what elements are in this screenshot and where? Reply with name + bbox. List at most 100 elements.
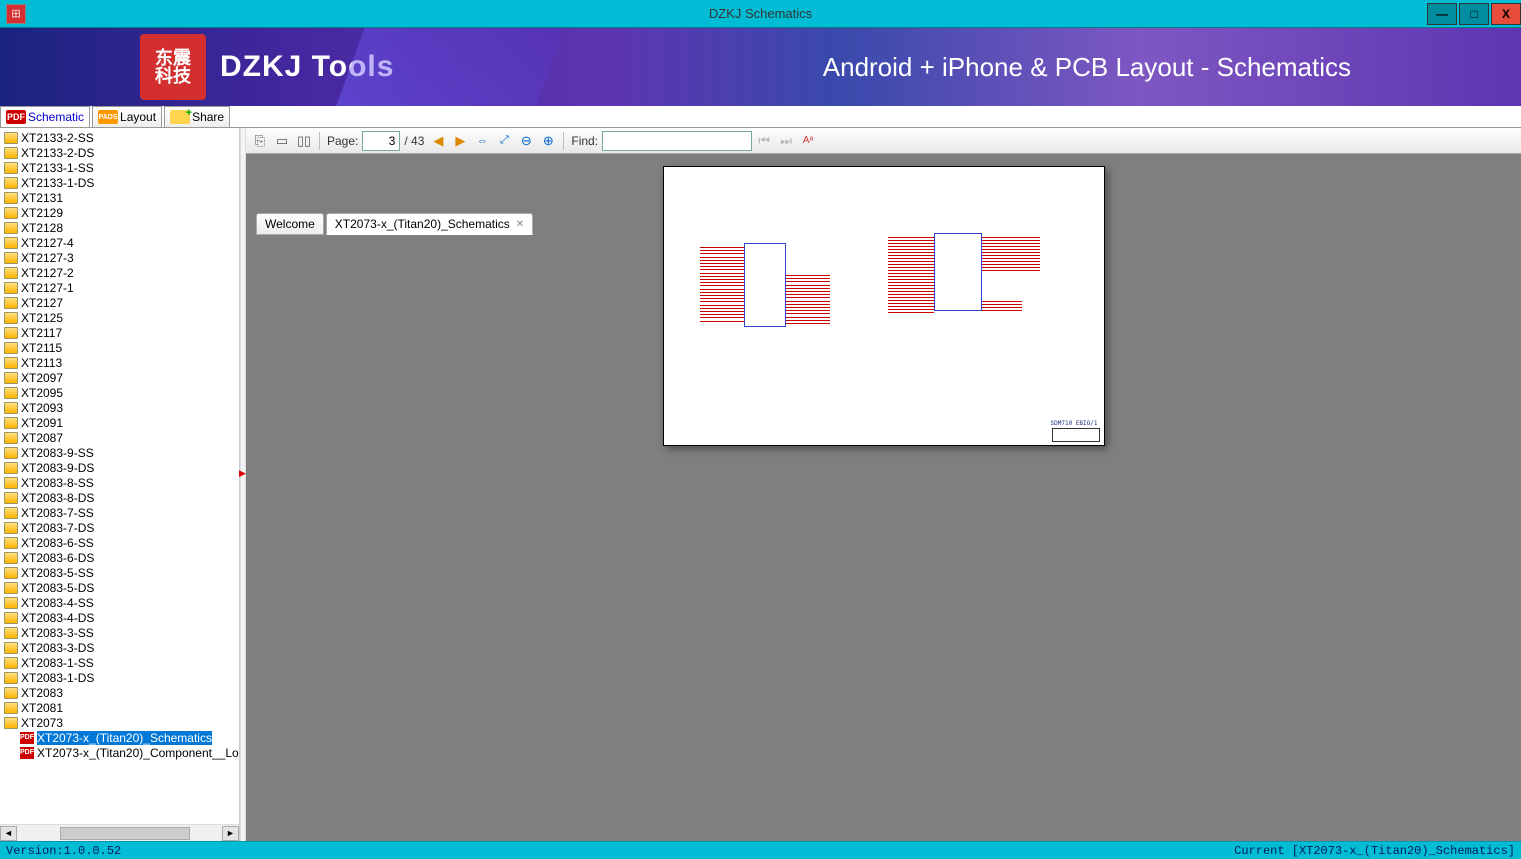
tree-folder[interactable]: XT2127-2 — [0, 265, 239, 280]
app-icon: 田 — [6, 4, 26, 24]
folder-icon — [4, 627, 18, 639]
folder-icon — [4, 177, 18, 189]
folder-icon — [4, 237, 18, 249]
page-total: / 43 — [404, 134, 424, 148]
tree-folder[interactable]: XT2083-6-SS — [0, 535, 239, 550]
tree-file[interactable]: PDFXT2073-x_(Titan20)_Component__Loc — [0, 745, 239, 760]
tree-folder[interactable]: XT2097 — [0, 370, 239, 385]
tree-item-label: XT2093 — [21, 401, 63, 415]
window-title: DZKJ Schematics — [709, 6, 812, 21]
tree-folder[interactable]: XT2133-1-DS — [0, 175, 239, 190]
sidebar-tab-layout[interactable]: PADSLayout — [92, 106, 162, 127]
main-area: XT2133-2-SSXT2133-2-DSXT2133-1-SSXT2133-… — [0, 128, 1521, 841]
tree-folder[interactable]: XT2083-7-DS — [0, 520, 239, 535]
tree-folder[interactable]: XT2127-3 — [0, 250, 239, 265]
scroll-left-arrow-icon[interactable]: ◄ — [0, 826, 17, 841]
tree-item-label: XT2083-1-DS — [21, 671, 94, 685]
tree-folder[interactable]: XT2127-1 — [0, 280, 239, 295]
minimize-button[interactable]: — — [1427, 3, 1457, 25]
folder-icon — [4, 387, 18, 399]
prev-page-button[interactable]: ◀ — [428, 131, 448, 151]
next-page-button[interactable]: ▶ — [450, 131, 470, 151]
folder-icon — [4, 657, 18, 669]
close-tab-icon[interactable]: ✕ — [516, 219, 524, 230]
tree-item-label: XT2129 — [21, 206, 63, 220]
tree-folder[interactable]: XT2133-1-SS — [0, 160, 239, 175]
tree-horizontal-scrollbar[interactable]: ◄ ► — [0, 824, 239, 841]
tree-folder[interactable]: XT2083-9-DS — [0, 460, 239, 475]
tree-folder[interactable]: XT2115 — [0, 340, 239, 355]
match-case-icon[interactable]: Aᵃ — [798, 131, 818, 151]
tree-folder[interactable]: XT2113 — [0, 355, 239, 370]
splitter[interactable] — [240, 128, 246, 841]
find-prev-button[interactable]: ⏮ — [754, 131, 774, 151]
tree-item-label: XT2073-x_(Titan20)_Component__Loc — [37, 746, 239, 760]
tree-folder[interactable]: XT2127-4 — [0, 235, 239, 250]
tree-item-label: XT2081 — [21, 701, 63, 715]
folder-icon — [4, 252, 18, 264]
doc-tab[interactable]: XT2073-x_(Titan20)_Schematics✕ — [326, 213, 533, 235]
tree-folder[interactable]: XT2129 — [0, 205, 239, 220]
folder-icon — [4, 612, 18, 624]
tree-folder[interactable]: XT2083-7-SS — [0, 505, 239, 520]
tree-folder[interactable]: XT2083-4-DS — [0, 610, 239, 625]
tree-folder[interactable]: XT2083-8-DS — [0, 490, 239, 505]
status-bar: Version:1.0.0.52 Current [XT2073-x_(Tita… — [0, 841, 1521, 859]
tree-folder[interactable]: XT2083-1-SS — [0, 655, 239, 670]
pdf-canvas[interactable]: SDM710 EBIO/1 — [246, 154, 1521, 841]
tree-folder[interactable]: XT2125 — [0, 310, 239, 325]
folder-icon — [4, 552, 18, 564]
tree-item-label: XT2083-8-DS — [21, 491, 94, 505]
tree-folder[interactable]: XT2083-6-DS — [0, 550, 239, 565]
tree-folder[interactable]: XT2083-4-SS — [0, 595, 239, 610]
tree-folder[interactable]: XT2083-5-SS — [0, 565, 239, 580]
copy-button[interactable]: ⎘ — [250, 131, 270, 151]
scroll-thumb[interactable] — [60, 827, 190, 840]
tree-folder[interactable]: XT2117 — [0, 325, 239, 340]
tree-folder[interactable]: XT2133-2-SS — [0, 130, 239, 145]
schematic-ic-1 — [744, 243, 786, 327]
tree-folder[interactable]: XT2093 — [0, 400, 239, 415]
tree-folder[interactable]: XT2091 — [0, 415, 239, 430]
tree-folder[interactable]: XT2083-8-SS — [0, 475, 239, 490]
close-button[interactable]: X — [1491, 3, 1521, 25]
sidebar-tab-share[interactable]: Share — [164, 106, 230, 127]
tree-item-label: XT2083 — [21, 686, 63, 700]
doc-tab[interactable]: Welcome — [256, 213, 324, 235]
file-tree[interactable]: XT2133-2-SSXT2133-2-DSXT2133-1-SSXT2133-… — [0, 128, 239, 824]
single-page-icon[interactable]: ▭ — [272, 131, 292, 151]
folder-icon — [4, 642, 18, 654]
scroll-right-arrow-icon[interactable]: ► — [222, 826, 239, 841]
fit-page-icon[interactable]: ⤢ — [494, 131, 514, 151]
page-input[interactable] — [362, 131, 400, 151]
tree-folder[interactable]: XT2083-5-DS — [0, 580, 239, 595]
sidebar-tab-schematic[interactable]: PDFSchematic — [0, 106, 90, 127]
tree-folder[interactable]: XT2083 — [0, 685, 239, 700]
tree-folder[interactable]: XT2083-3-DS — [0, 640, 239, 655]
tree-folder[interactable]: XT2073 — [0, 715, 239, 730]
find-next-button[interactable]: ⏭ — [776, 131, 796, 151]
tree-folder[interactable]: XT2081 — [0, 700, 239, 715]
tree-folder[interactable]: XT2083-9-SS — [0, 445, 239, 460]
double-page-icon[interactable]: ▯▯ — [294, 131, 314, 151]
zoom-in-button[interactable]: ⊕ — [538, 131, 558, 151]
tree-folder[interactable]: XT2128 — [0, 220, 239, 235]
maximize-button[interactable]: □ — [1459, 3, 1489, 25]
tree-item-label: XT2083-5-SS — [21, 566, 94, 580]
tree-folder[interactable]: XT2095 — [0, 385, 239, 400]
fit-width-icon[interactable]: ⇔ — [472, 131, 492, 151]
folder-icon — [4, 447, 18, 459]
tree-folder[interactable]: XT2133-2-DS — [0, 145, 239, 160]
tree-item-label: XT2083-4-DS — [21, 611, 94, 625]
folder-icon — [4, 702, 18, 714]
tree-folder[interactable]: XT2131 — [0, 190, 239, 205]
tree-item-label: XT2097 — [21, 371, 63, 385]
tree-folder[interactable]: XT2083-3-SS — [0, 625, 239, 640]
folder-icon — [4, 282, 18, 294]
tree-folder[interactable]: XT2087 — [0, 430, 239, 445]
tree-folder[interactable]: XT2127 — [0, 295, 239, 310]
find-input[interactable] — [602, 131, 752, 151]
zoom-out-button[interactable]: ⊖ — [516, 131, 536, 151]
tree-file[interactable]: PDFXT2073-x_(Titan20)_Schematics — [0, 730, 239, 745]
tree-folder[interactable]: XT2083-1-DS — [0, 670, 239, 685]
